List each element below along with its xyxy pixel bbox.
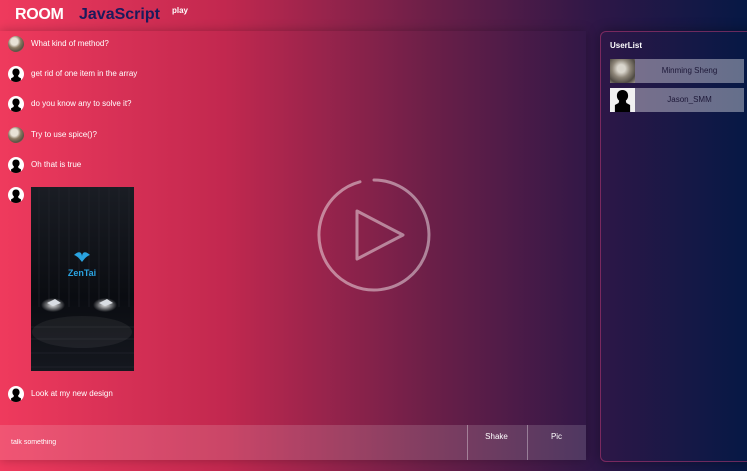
user-name: Jason_SMM (667, 95, 712, 104)
message-text: get rid of one item in the array (31, 69, 138, 78)
shake-button[interactable]: Shake (467, 425, 525, 460)
message-input-bar: Shake Pic (0, 425, 586, 460)
user-avatar (8, 187, 24, 203)
user-avatar (8, 36, 24, 52)
user-avatar (610, 88, 635, 112)
user-name: Minming Sheng (661, 66, 718, 75)
room-name: JavaScript (79, 6, 160, 23)
message-item: ZenTai (8, 187, 134, 371)
message-text: What kind of method? (31, 39, 109, 48)
message-item: Look at my new design (8, 386, 113, 402)
logo-text: ZenTai (68, 268, 96, 278)
user-list-item[interactable]: Jason_SMM (610, 88, 744, 112)
chat-panel: What kind of method? get rid of one item… (0, 31, 586, 460)
room-label: ROOM (15, 6, 64, 23)
message-text: Try to use spice()? (31, 130, 97, 139)
user-avatar (610, 59, 635, 83)
play-circle-icon[interactable] (316, 177, 432, 293)
header: ROOM JavaScript play (0, 0, 600, 30)
pic-button[interactable]: Pic (527, 425, 585, 460)
message-list: What kind of method? get rid of one item… (0, 31, 586, 424)
play-link[interactable]: play (172, 6, 188, 15)
message-text: do you know any to solve it? (31, 99, 132, 108)
user-avatar (8, 66, 24, 82)
user-avatar (8, 96, 24, 112)
message-input[interactable] (0, 425, 471, 460)
message-text: Look at my new design (31, 389, 113, 398)
user-list-item[interactable]: Minming Sheng (610, 59, 744, 83)
message-item: do you know any to solve it? (8, 96, 132, 112)
message-image[interactable]: ZenTai (31, 187, 134, 371)
user-list-panel: UserList Minming Sheng Jason_SMM (600, 31, 747, 462)
message-item: Oh that is true (8, 157, 81, 173)
message-item: Try to use spice()? (8, 127, 97, 143)
message-item: What kind of method? (8, 36, 109, 52)
user-avatar (8, 127, 24, 143)
user-avatar (8, 386, 24, 402)
message-item: get rid of one item in the array (8, 66, 137, 82)
message-text: Oh that is true (31, 160, 82, 169)
user-avatar (8, 157, 24, 173)
user-list-title: UserList (610, 41, 643, 50)
